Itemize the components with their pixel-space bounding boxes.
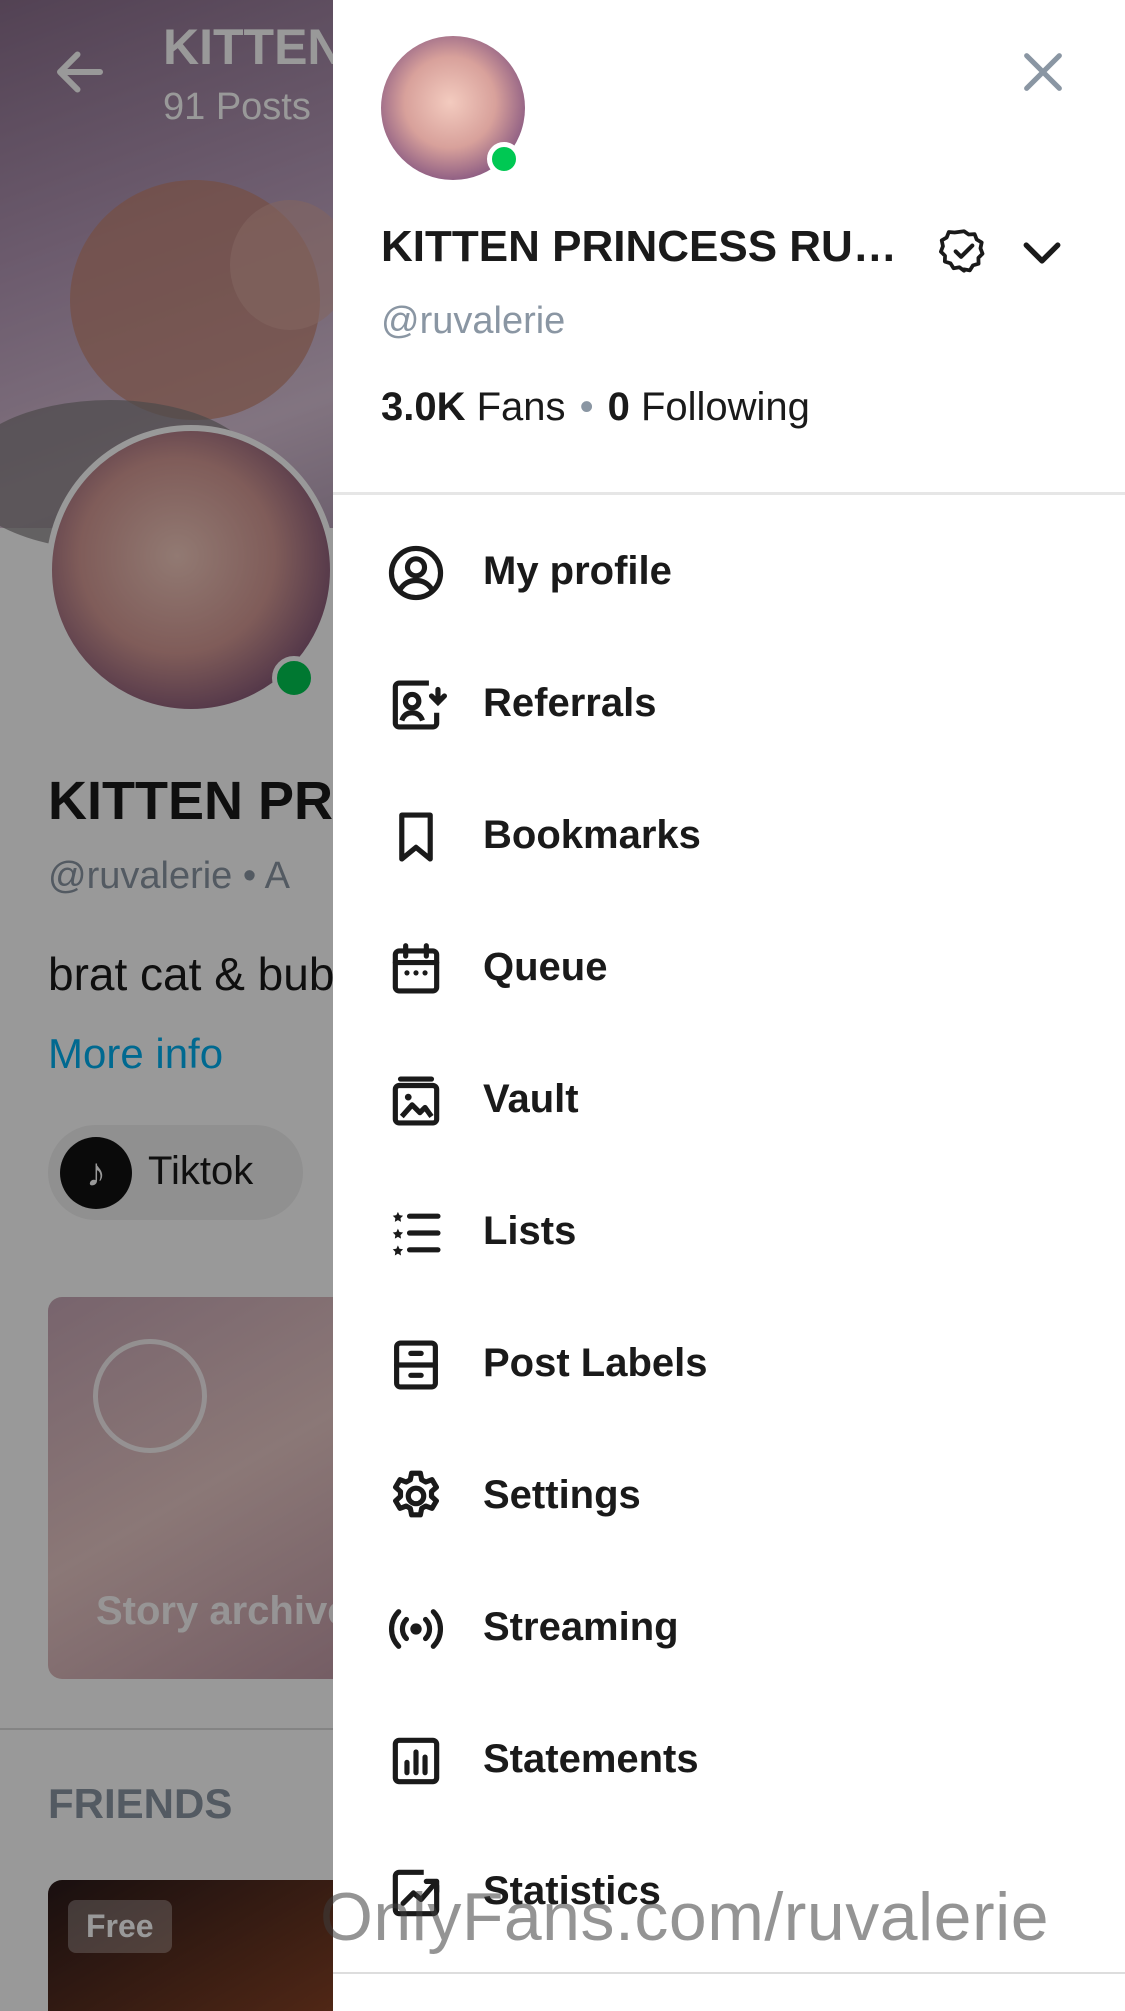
menu-item-queue[interactable]: Queue <box>333 901 1125 1033</box>
online-indicator <box>487 142 521 176</box>
menu-label: Vault <box>483 1077 579 1121</box>
fans-label: Fans <box>476 385 566 429</box>
menu-label: Bookmarks <box>483 813 701 857</box>
bar-chart-icon <box>392 1737 440 1785</box>
menu-item-statements[interactable]: Statements <box>333 1693 1125 1825</box>
close-icon[interactable] <box>1015 44 1071 100</box>
calendar-icon <box>392 943 440 994</box>
verified-badge-icon <box>939 229 985 273</box>
drawer-divider <box>333 492 1125 495</box>
menu-item-post-labels[interactable]: Post Labels <box>333 1297 1125 1429</box>
gear-icon <box>393 1470 439 1518</box>
following-link[interactable]: 0 Following <box>608 385 810 429</box>
menu-item-vault[interactable]: Vault <box>333 1033 1125 1165</box>
drawer-bottom-divider <box>333 1972 1125 1974</box>
menu-label: Settings <box>483 1473 641 1517</box>
following-count: 0 <box>607 385 630 429</box>
watermark-text: OnlyFans.com/ruvalerie <box>320 1879 1050 1955</box>
referral-icon <box>392 680 447 730</box>
menu-label: Queue <box>483 945 608 989</box>
user-circle-icon <box>388 545 444 601</box>
menu-item-bookmarks[interactable]: Bookmarks <box>333 769 1125 901</box>
menu-item-referrals[interactable]: Referrals <box>333 637 1125 769</box>
menu-label: Streaming <box>483 1605 679 1649</box>
chevron-down-icon[interactable] <box>1015 226 1069 280</box>
menu-item-settings[interactable]: Settings <box>333 1429 1125 1561</box>
drawer-display-name[interactable]: KITTEN PRINCESS RU … <box>381 222 901 272</box>
menu-label: My profile <box>483 549 672 593</box>
menu-label: Statements <box>483 1737 699 1781</box>
bookmark-icon <box>399 812 433 862</box>
menu-item-lists[interactable]: Lists <box>333 1165 1125 1297</box>
menu-item-streaming[interactable]: Streaming <box>333 1561 1125 1693</box>
drawer-handle: @ruvalerie <box>381 300 566 342</box>
broadcast-icon <box>388 1609 444 1649</box>
fans-count: 3.0K <box>381 385 466 429</box>
menu-label: Referrals <box>483 681 657 725</box>
drawer-icon <box>394 1340 438 1390</box>
menu-label: Lists <box>483 1209 577 1253</box>
stats-separator: • <box>579 385 594 429</box>
fans-link[interactable]: 3.0K Fans <box>381 385 566 429</box>
side-drawer: KITTEN PRINCESS RU … @ruvalerie 3.0K Fan… <box>333 0 1125 2011</box>
follow-stats: 3.0K Fans • 0 Following <box>381 385 810 430</box>
following-label: Following <box>640 385 810 429</box>
menu-label: Post Labels <box>483 1341 708 1385</box>
menu-item-my-profile[interactable]: My profile <box>333 505 1125 637</box>
drawer-menu: My profile Referrals Bookmarks Queue Vau… <box>333 505 1125 1957</box>
list-stars-icon <box>392 1211 441 1256</box>
vault-image-icon <box>392 1076 440 1126</box>
